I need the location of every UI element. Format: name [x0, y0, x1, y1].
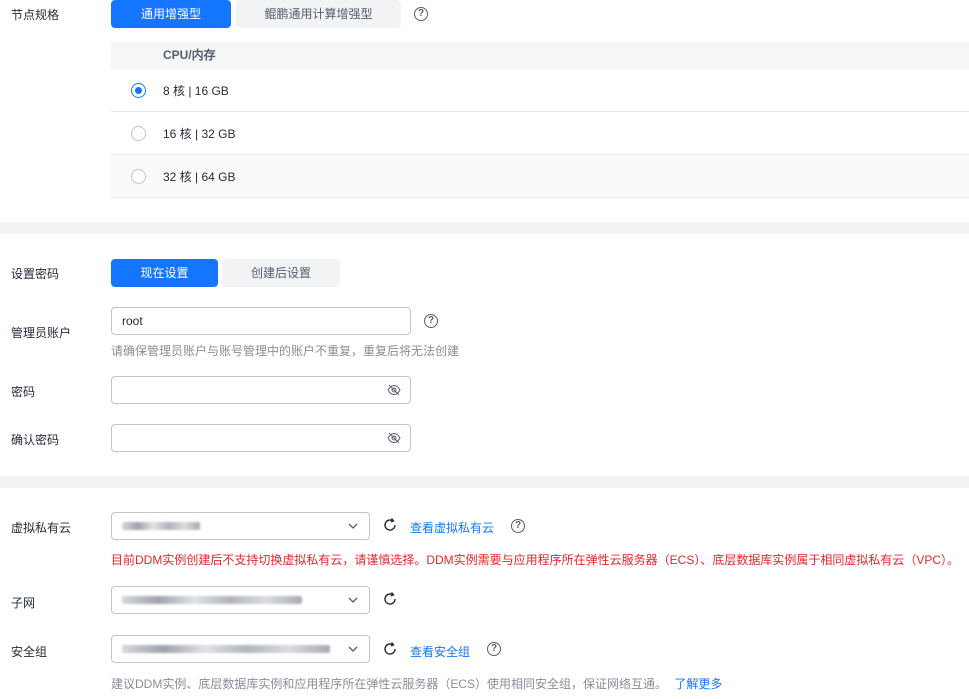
tab-kunpeng-enhanced[interactable]: 鲲鹏通用计算增强型 [236, 0, 401, 28]
vpc-select[interactable] [111, 512, 370, 540]
chevron-down-icon [348, 597, 358, 603]
confirm-password-input[interactable] [111, 424, 411, 452]
subnet-label: 子网 [11, 596, 36, 610]
subnet-selected-value-redacted [122, 596, 302, 604]
password-label: 密码 [11, 385, 36, 399]
spec-option-label: 8 核 | 16 GB [163, 83, 229, 98]
tab-set-now[interactable]: 现在设置 [111, 259, 218, 287]
password-setting-tabs: 现在设置 创建后设置 [111, 259, 340, 287]
node-spec-label: 节点规格 [11, 8, 60, 22]
view-vpc-link[interactable]: 查看虚拟私有云 [410, 519, 494, 536]
table-row[interactable]: 32 核 | 64 GB [111, 155, 969, 198]
help-icon[interactable]: ? [487, 642, 501, 656]
table-row[interactable]: 8 核 | 16 GB [111, 69, 969, 112]
admin-account-input[interactable]: root [111, 307, 411, 335]
security-group-selected-value-redacted [122, 645, 330, 653]
security-group-select[interactable] [111, 635, 370, 663]
confirm-password-label: 确认密码 [11, 433, 60, 447]
table-header-cpu-memory: CPU/内存 [111, 42, 969, 69]
spec-option-label: 32 核 | 64 GB [163, 169, 236, 184]
section-divider [0, 476, 969, 488]
eye-hidden-icon[interactable] [387, 432, 401, 444]
security-group-hint-text: 建议DDM实例、底层数据库实例和应用程序所在弹性云服务器（ECS）使用相同安全组… [111, 677, 668, 691]
eye-hidden-icon[interactable] [387, 384, 401, 396]
vpc-warning-text: 目前DDM实例创建后不支持切换虚拟私有云，请谨慎选择。DDM实例需要与应用程序所… [111, 553, 960, 567]
subnet-select[interactable] [111, 586, 370, 614]
security-group-label: 安全组 [11, 645, 48, 659]
refresh-icon[interactable] [382, 641, 398, 657]
security-group-hint: 建议DDM实例、底层数据库实例和应用程序所在弹性云服务器（ECS）使用相同安全组… [111, 675, 722, 692]
node-spec-table: CPU/内存 8 核 | 16 GB 16 核 | 32 GB 32 核 | 6… [111, 42, 969, 198]
password-setting-label: 设置密码 [11, 267, 60, 281]
view-security-group-link[interactable]: 查看安全组 [410, 643, 470, 660]
help-icon[interactable]: ? [414, 7, 428, 21]
node-spec-type-tabs: 通用增强型 鲲鹏通用计算增强型 [111, 0, 401, 28]
help-icon[interactable]: ? [511, 519, 525, 533]
vpc-label: 虚拟私有云 [11, 521, 72, 535]
radio-button[interactable] [131, 125, 146, 141]
radio-button-selected[interactable] [131, 82, 146, 98]
tab-general-enhanced[interactable]: 通用增强型 [111, 0, 231, 28]
refresh-icon[interactable] [382, 517, 398, 533]
tab-set-after-create[interactable]: 创建后设置 [222, 259, 340, 287]
table-row[interactable]: 16 核 | 32 GB [111, 112, 969, 155]
spec-option-label: 16 核 | 32 GB [163, 126, 236, 141]
learn-more-link[interactable]: 了解更多 [674, 677, 722, 691]
section-divider [0, 222, 969, 234]
chevron-down-icon [348, 523, 358, 529]
password-input[interactable] [111, 376, 411, 404]
admin-account-label: 管理员账户 [11, 326, 72, 340]
admin-account-hint: 请确保管理员账户与账号管理中的账户不重复，重复后将无法创建 [111, 344, 460, 358]
help-icon[interactable]: ? [424, 314, 438, 328]
refresh-icon[interactable] [382, 591, 398, 607]
chevron-down-icon [348, 646, 358, 652]
radio-button[interactable] [131, 168, 146, 184]
vpc-selected-value-redacted [122, 522, 200, 530]
